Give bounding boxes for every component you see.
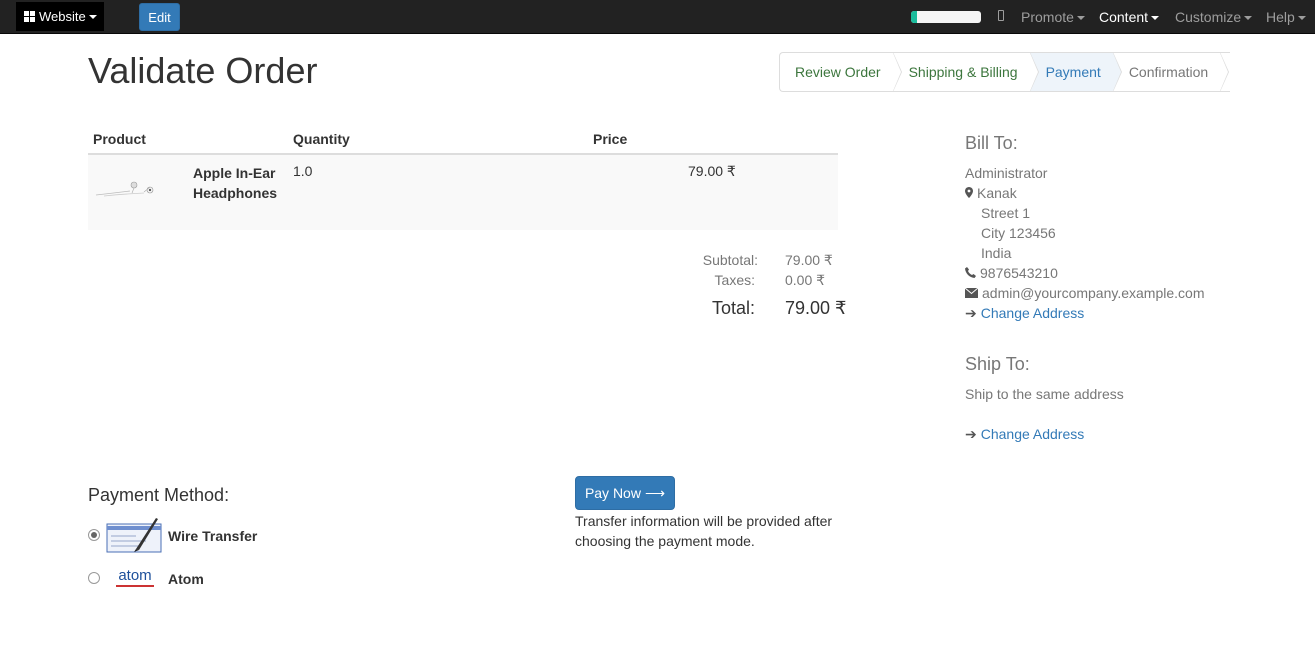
total-label: Total: <box>712 298 756 318</box>
bill-to-phone-text: 9876543210 <box>980 265 1058 281</box>
bill-to-zip: City 123456 <box>981 225 1056 241</box>
nav-promote[interactable]: Promote <box>1021 9 1085 25</box>
bill-to-email-text: admin@yourcompany.example.com <box>982 285 1205 301</box>
payment-method-heading: Payment Method: <box>88 485 230 505</box>
product-name[interactable]: Apple In-Ear Headphones <box>193 163 288 203</box>
col-product: Product <box>93 131 146 147</box>
bill-to-country: India <box>981 245 1012 261</box>
atom-logo-underline <box>116 585 154 587</box>
wizard-step-review-order[interactable]: Review Order <box>780 52 902 92</box>
ship-change-address-link[interactable]: ➔ Change Address <box>965 426 1084 443</box>
product-thumbnail <box>95 181 154 197</box>
arrow-right-icon: ➔ <box>965 305 977 321</box>
nav-content[interactable]: Content <box>1099 9 1160 25</box>
checkout-wizard: Review Order Shipping & Billing Payment … <box>779 52 1230 92</box>
caret-down-icon <box>88 14 97 19</box>
bill-to-city-text: Kanak <box>977 185 1017 201</box>
col-quantity: Quantity <box>293 131 350 147</box>
bill-to-phone-line: 9876543210 <box>965 265 1058 281</box>
radio-atom[interactable] <box>88 572 100 584</box>
top-navbar: Website Edit Promote Content Customize H… <box>0 0 1315 34</box>
apps-grid-icon <box>24 11 35 22</box>
subtotal-label: Subtotal: <box>702 252 758 268</box>
atom-logo: atom <box>113 568 157 587</box>
ship-change-address-label: Change Address <box>980 426 1085 442</box>
phone-icon <box>965 267 976 278</box>
atom-logo-text: atom <box>118 567 152 584</box>
bill-to-heading: Bill To: <box>965 133 1018 153</box>
product-quantity: 1.0 <box>293 163 313 179</box>
bill-to-name: Administrator <box>965 165 1048 181</box>
bill-to-street: Street 1 <box>981 205 1031 221</box>
wire-transfer-label[interactable]: Wire Transfer <box>168 528 257 544</box>
subtotal-value: 79.00 ₹ <box>785 252 833 268</box>
taxes-label: Taxes: <box>714 272 755 288</box>
envelope-icon <box>964 287 979 298</box>
caret-down-icon <box>1076 16 1085 21</box>
page-title: Validate Order <box>88 50 318 91</box>
website-menu-button[interactable]: Website <box>16 2 104 31</box>
total-value: 79.00 ₹ <box>785 298 847 318</box>
wizard-step-confirmation: Confirmation <box>1113 52 1230 92</box>
col-price: Price <box>593 131 628 147</box>
payment-info-text: Transfer information will be provided af… <box>575 513 833 549</box>
nav-content-label: Content <box>1099 9 1149 25</box>
caret-down-icon <box>1244 16 1253 21</box>
caret-down-icon <box>1151 16 1160 21</box>
progress-fill <box>911 11 917 23</box>
nav-help-label: Help <box>1266 9 1295 25</box>
ship-to-text: Ship to the same address <box>965 386 1124 402</box>
map-marker-icon <box>965 187 973 198</box>
product-price: 79.00 ₹ <box>688 163 736 179</box>
cart-table-header: Product Quantity Price <box>88 127 838 155</box>
wire-transfer-logo <box>106 518 162 553</box>
bill-to-email-line: admin@yourcompany.example.com <box>964 285 1205 301</box>
nav-help[interactable]: Help <box>1266 9 1306 25</box>
nav-customize[interactable]: Customize <box>1175 9 1253 25</box>
wizard-step-payment: Payment <box>1029 52 1123 92</box>
website-menu-label: Website <box>39 9 86 24</box>
pay-now-label: Pay Now <box>584 485 641 501</box>
pay-now-button[interactable]: Pay Now ⟶ <box>575 476 675 510</box>
taxes-value: 0.00 ₹ <box>785 272 826 288</box>
wizard-step-shipping-billing[interactable]: Shipping & Billing <box>893 52 1039 92</box>
arrow-right-icon: ⟶ <box>644 484 666 501</box>
caret-down-icon <box>1297 16 1306 21</box>
planner-progress-bar[interactable] <box>911 11 981 23</box>
mobile-preview-icon[interactable] <box>998 10 1004 21</box>
table-row: Apple In-Ear Headphones 1.0 79.00 ₹ <box>88 155 838 230</box>
edit-button[interactable]: Edit <box>139 3 180 31</box>
atom-label[interactable]: Atom <box>168 571 204 587</box>
nav-promote-label: Promote <box>1021 9 1074 25</box>
nav-customize-label: Customize <box>1175 9 1242 25</box>
bill-change-address-link[interactable]: ➔ Change Address <box>965 305 1084 322</box>
bill-to-city-line: Kanak <box>965 185 1017 201</box>
bill-change-address-label: Change Address <box>980 305 1085 321</box>
radio-wire-transfer[interactable] <box>88 529 100 541</box>
arrow-right-icon: ➔ <box>965 426 977 442</box>
ship-to-heading: Ship To: <box>965 354 1030 374</box>
